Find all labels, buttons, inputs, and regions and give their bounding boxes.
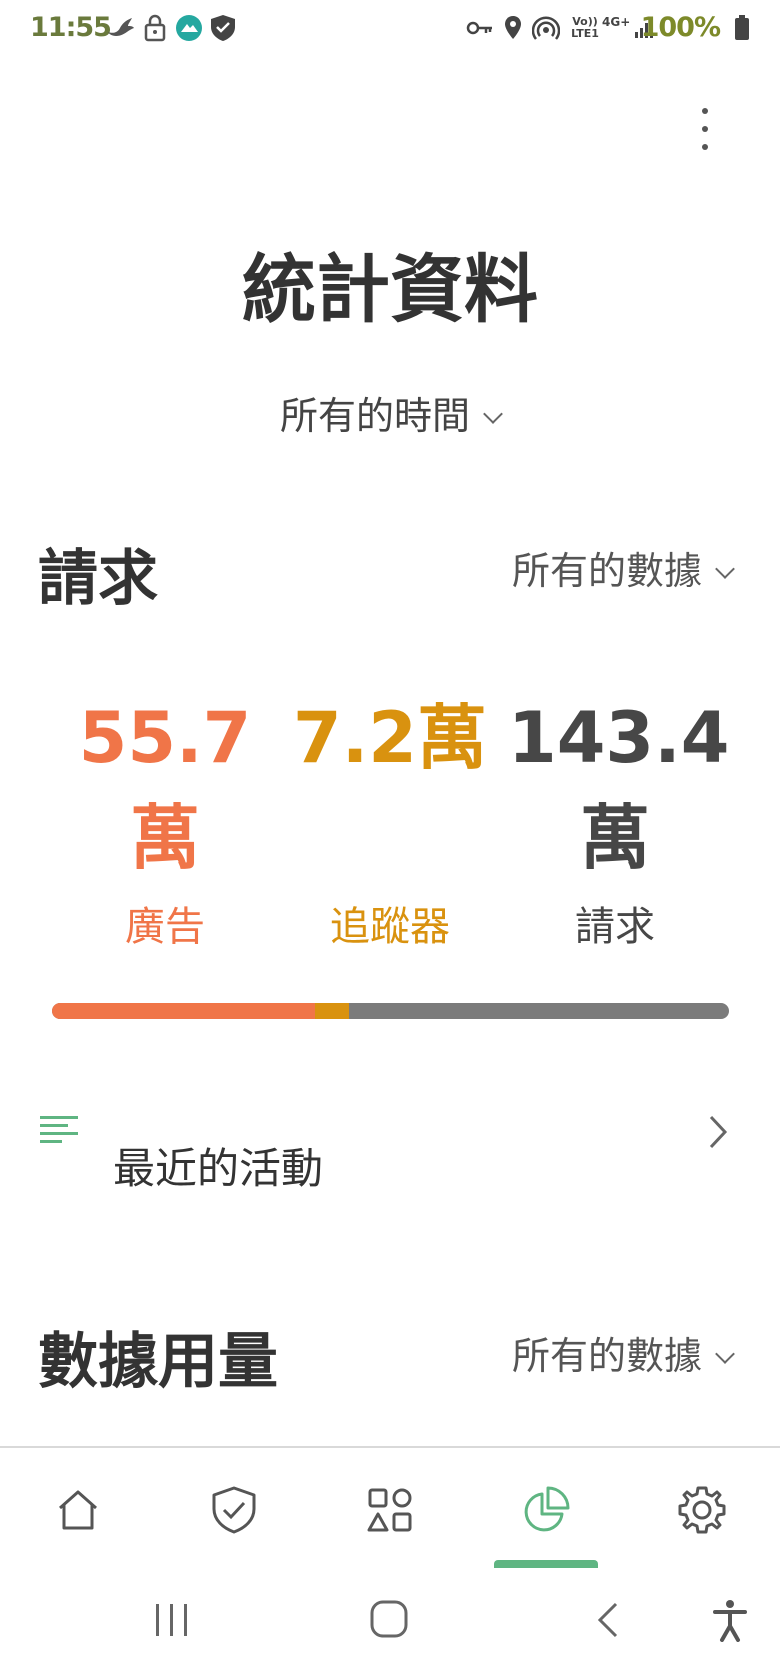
status-bar: 11:55 Vo)) LTE1 4G+ 100%: [0, 0, 780, 60]
volte-indicator: Vo)) LTE1: [571, 15, 599, 40]
recent-activity-label: 最近的活動: [113, 1144, 324, 1193]
stat-requests: 143.4 萬 請求: [508, 688, 730, 952]
stat-ads: 55.7 萬 廣告: [70, 688, 260, 952]
stat-trackers-label: 追蹤器: [330, 904, 450, 950]
battery-percent: 100%: [640, 12, 721, 43]
data-usage-filter-dropdown[interactable]: 所有的數據: [511, 1325, 735, 1380]
bird-icon: [108, 18, 134, 36]
nav-home[interactable]: [48, 1480, 108, 1540]
more-vertical-icon: [702, 108, 708, 114]
stat-trackers: 7.2萬 追蹤器: [283, 688, 497, 952]
bottom-nav-divider: [0, 1446, 780, 1448]
requests-section-title: 請求: [38, 544, 158, 614]
location-icon: [505, 16, 521, 39]
page-title: 統計資料: [242, 247, 538, 333]
bar-segment-trackers: [315, 1003, 349, 1019]
shield-status-icon: [211, 15, 235, 41]
stat-ads-label: 廣告: [125, 904, 205, 950]
pie-chart-icon: [524, 1486, 570, 1532]
nav-settings[interactable]: [672, 1480, 732, 1540]
nav-statistics[interactable]: [516, 1480, 576, 1540]
gear-icon: [678, 1486, 726, 1534]
data-usage-filter-label: 所有的數據: [511, 1334, 702, 1378]
hotspot-icon: [532, 16, 560, 40]
vpn-key-icon: [466, 21, 492, 35]
time-filter-dropdown[interactable]: 所有的時間: [0, 385, 780, 440]
data-usage-section-title: 數據用量: [38, 1327, 278, 1397]
home-circle-icon[interactable]: [368, 1598, 410, 1640]
time-filter-label: 所有的時間: [279, 394, 470, 438]
stat-ads-value: 55.7: [78, 697, 252, 779]
stat-trackers-value: 7.2萬: [292, 697, 487, 779]
battery-icon: [735, 15, 749, 40]
chevron-down-icon: [715, 1344, 735, 1364]
home-icon: [59, 1490, 97, 1530]
app-mountain-icon: [176, 15, 202, 41]
nav-apps[interactable]: [360, 1480, 420, 1540]
nav-active-indicator: [494, 1560, 598, 1568]
list-lines-icon: [40, 1116, 78, 1143]
back-icon[interactable]: [594, 1600, 624, 1640]
status-time: 11:55: [30, 12, 112, 43]
network-type: 4G+: [602, 15, 631, 29]
shield-check-icon: [212, 1486, 256, 1534]
lock-icon: [144, 14, 166, 42]
chevron-down-icon: [483, 404, 503, 424]
requests-proportion-bar: [52, 1003, 729, 1019]
chevron-down-icon: [715, 559, 735, 579]
apps-grid-icon: [367, 1488, 412, 1532]
stat-requests-value: 143.4: [508, 697, 730, 779]
chevron-right-icon: [709, 1115, 728, 1149]
recents-icon[interactable]: [152, 1600, 192, 1640]
requests-filter-label: 所有的數據: [511, 549, 702, 593]
stat-requests-unit: 萬: [580, 797, 650, 879]
nav-protection[interactable]: [204, 1480, 264, 1540]
stat-ads-unit: 萬: [130, 797, 200, 879]
bar-segment-ads: [52, 1003, 315, 1019]
stat-requests-label: 請求: [575, 904, 655, 950]
accessibility-icon[interactable]: [710, 1598, 750, 1642]
requests-filter-dropdown[interactable]: 所有的數據: [511, 540, 735, 595]
stat-trackers-unit: [283, 788, 497, 888]
more-options-button[interactable]: [690, 105, 720, 155]
